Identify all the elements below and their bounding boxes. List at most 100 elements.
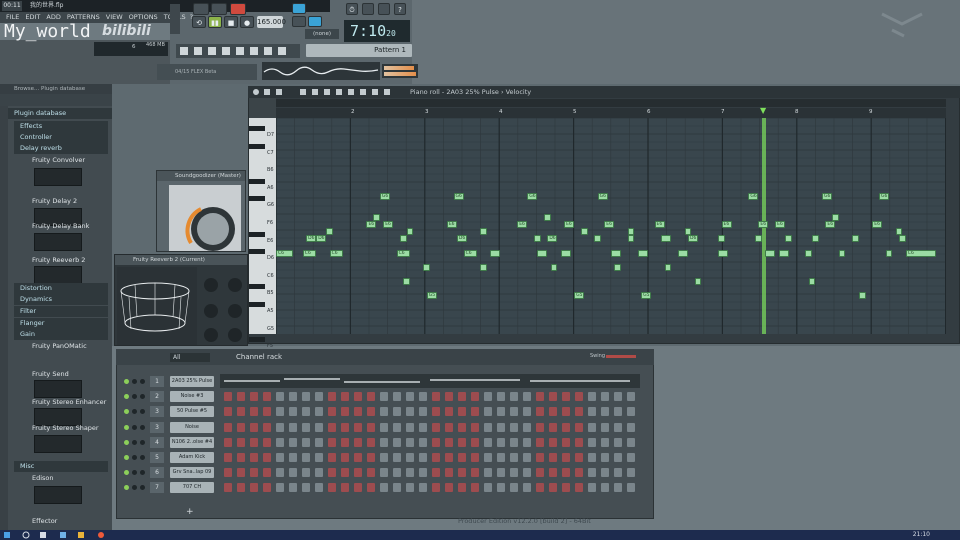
note[interactable]: G6 bbox=[748, 192, 759, 200]
step-button[interactable] bbox=[250, 437, 258, 447]
link-icon[interactable] bbox=[308, 16, 322, 27]
step-button[interactable] bbox=[484, 453, 492, 462]
step-button[interactable] bbox=[536, 453, 544, 462]
step-button[interactable] bbox=[224, 453, 232, 462]
step-button[interactable] bbox=[536, 422, 544, 432]
step-button[interactable] bbox=[575, 437, 583, 447]
step-button[interactable] bbox=[328, 468, 336, 478]
step-button[interactable] bbox=[289, 453, 297, 462]
step-button[interactable] bbox=[588, 392, 596, 402]
note[interactable] bbox=[627, 228, 635, 236]
note[interactable]: C6 bbox=[276, 249, 293, 257]
step-button[interactable] bbox=[302, 422, 310, 432]
step-button[interactable] bbox=[510, 392, 518, 402]
note[interactable] bbox=[326, 228, 333, 236]
note[interactable] bbox=[614, 263, 622, 271]
pattern-selector[interactable]: Pattern 1 bbox=[306, 44, 412, 57]
black-key[interactable] bbox=[249, 302, 265, 307]
note[interactable] bbox=[895, 228, 903, 236]
step-button[interactable] bbox=[367, 392, 375, 402]
step-button[interactable] bbox=[224, 468, 232, 478]
note[interactable]: C6 bbox=[463, 249, 477, 257]
browser-folder-filter[interactable]: Filter bbox=[14, 306, 108, 317]
step-button[interactable] bbox=[393, 483, 401, 493]
step-button[interactable] bbox=[302, 407, 310, 417]
step-button[interactable] bbox=[549, 407, 557, 417]
step-button[interactable] bbox=[289, 422, 297, 432]
step-button[interactable] bbox=[263, 407, 271, 417]
note[interactable] bbox=[664, 263, 672, 271]
step-button[interactable] bbox=[536, 392, 544, 402]
step-button[interactable] bbox=[445, 422, 453, 432]
browser-scrollbar[interactable] bbox=[0, 106, 8, 530]
channel-name-button[interactable]: Adam Kick bbox=[170, 452, 214, 463]
step-button[interactable] bbox=[432, 453, 440, 462]
step-button[interactable] bbox=[315, 422, 323, 432]
note[interactable] bbox=[899, 235, 906, 243]
step-button[interactable] bbox=[497, 483, 505, 493]
step-button[interactable] bbox=[432, 392, 440, 402]
browser-folder-controller[interactable]: Controller bbox=[14, 132, 108, 143]
note[interactable]: G5 bbox=[426, 292, 437, 300]
taskbar-icons[interactable] bbox=[0, 530, 120, 540]
note[interactable] bbox=[637, 249, 648, 257]
step-button[interactable] bbox=[549, 437, 557, 447]
channel-number[interactable]: 2 bbox=[150, 391, 164, 403]
step-button[interactable] bbox=[432, 483, 440, 493]
step-button[interactable] bbox=[393, 392, 401, 402]
step-button[interactable] bbox=[354, 437, 362, 447]
mic-icon[interactable] bbox=[378, 3, 390, 15]
master-volume-slider[interactable] bbox=[170, 4, 180, 34]
step-button[interactable] bbox=[484, 392, 492, 402]
step-button[interactable] bbox=[237, 483, 245, 493]
step-button[interactable] bbox=[601, 407, 609, 417]
step-button[interactable] bbox=[393, 422, 401, 432]
step-button[interactable] bbox=[562, 483, 570, 493]
step-button[interactable] bbox=[302, 437, 310, 447]
step-button[interactable] bbox=[315, 453, 323, 462]
step-button[interactable] bbox=[445, 392, 453, 402]
browser-plugin-edison[interactable]: Edison bbox=[26, 473, 108, 484]
browser-plugin-fruity-panomatic[interactable]: Fruity PanOMatic bbox=[26, 341, 108, 352]
pan-knob[interactable] bbox=[132, 439, 137, 445]
step-button[interactable] bbox=[367, 422, 375, 432]
note[interactable]: G6 bbox=[822, 192, 833, 200]
black-key[interactable] bbox=[249, 284, 265, 290]
channel-name-button[interactable]: Noise bbox=[170, 421, 214, 433]
step-button[interactable] bbox=[302, 483, 310, 493]
channel-name-button[interactable]: 50 Pulse #5 bbox=[170, 406, 214, 418]
channel-number[interactable]: 6 bbox=[150, 467, 164, 479]
step-button[interactable] bbox=[471, 468, 479, 478]
pan-knob[interactable] bbox=[132, 485, 137, 491]
loop-icon[interactable]: ⟲ bbox=[192, 16, 206, 28]
step-button[interactable] bbox=[614, 437, 622, 447]
step-button[interactable] bbox=[250, 453, 258, 462]
step-button[interactable] bbox=[419, 437, 427, 447]
browser-folder-distortion[interactable]: Distortion bbox=[14, 283, 108, 294]
pan-knob[interactable] bbox=[132, 455, 137, 460]
step-button[interactable] bbox=[367, 468, 375, 478]
step-button[interactable] bbox=[276, 407, 284, 417]
step-button[interactable] bbox=[445, 407, 453, 417]
step-button[interactable] bbox=[237, 407, 245, 417]
step-button[interactable] bbox=[601, 437, 609, 447]
step-button[interactable] bbox=[237, 392, 245, 402]
browser-folder-delay-reverb[interactable]: Delay reverb bbox=[14, 143, 108, 154]
step-button[interactable] bbox=[523, 437, 531, 447]
note[interactable]: D6 bbox=[306, 235, 317, 243]
note[interactable]: C6 bbox=[302, 249, 317, 257]
black-key[interactable] bbox=[249, 126, 265, 131]
note[interactable] bbox=[560, 249, 571, 257]
step-button[interactable] bbox=[263, 483, 271, 493]
note[interactable]: E6 bbox=[825, 221, 836, 229]
step-button[interactable] bbox=[419, 422, 427, 432]
reverb-room-display[interactable] bbox=[115, 265, 249, 347]
velocity-toggle[interactable] bbox=[249, 98, 276, 118]
menu-options[interactable]: OPTIONS bbox=[129, 12, 158, 23]
channel-name-button[interactable]: 707 CH bbox=[170, 482, 214, 494]
step-button[interactable] bbox=[627, 437, 635, 447]
pattern-mode-button[interactable] bbox=[193, 3, 209, 15]
note[interactable] bbox=[785, 235, 792, 243]
note[interactable] bbox=[885, 249, 893, 257]
step-button[interactable] bbox=[471, 437, 479, 447]
